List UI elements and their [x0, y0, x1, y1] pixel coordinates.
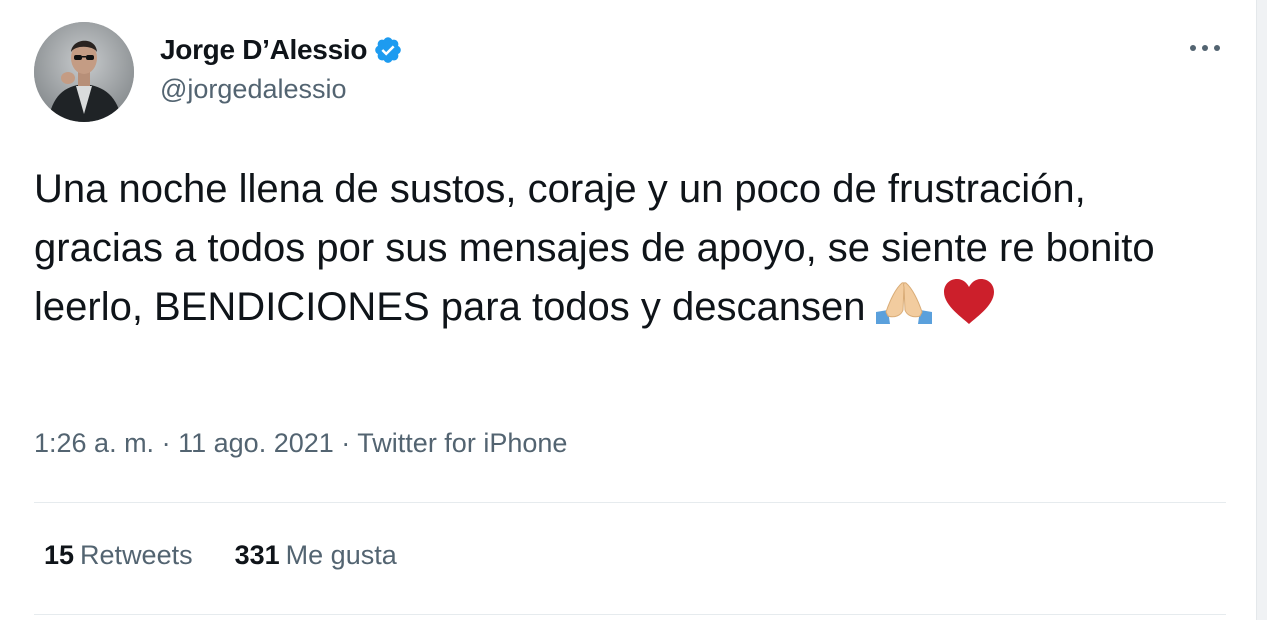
likes-count: 331: [234, 540, 280, 570]
tweet-time[interactable]: 1:26 a. m.: [34, 428, 154, 458]
avatar[interactable]: [34, 22, 134, 122]
retweets-count: 15: [44, 540, 75, 570]
author-name-row[interactable]: Jorge D’Alessio: [160, 32, 403, 68]
author-handle[interactable]: @jorgedalessio: [160, 74, 347, 105]
scrollbar-track[interactable]: [1256, 0, 1267, 620]
retweets-stat[interactable]: 15 Retweets: [44, 540, 193, 571]
tweet-date[interactable]: 11 ago. 2021: [178, 428, 334, 458]
folded-hands-emoji: [874, 280, 934, 343]
tweet-source[interactable]: Twitter for iPhone: [357, 428, 567, 458]
likes-stat[interactable]: 331 Me gusta: [235, 540, 397, 571]
divider: [34, 614, 1226, 615]
divider: [34, 502, 1226, 503]
meta-separator: ·: [341, 428, 351, 458]
verified-badge-icon: [373, 35, 403, 65]
more-options-button[interactable]: [1180, 28, 1230, 68]
meta-separator: ·: [161, 428, 171, 458]
engagement-stats: 15 Retweets 331 Me gusta: [44, 540, 397, 571]
tweet-text: Una noche llena de sustos, coraje y un p…: [34, 160, 1214, 343]
more-horizontal-icon: [1190, 45, 1220, 51]
red-heart-emoji: [942, 278, 996, 343]
tweet-card: Jorge D’Alessio @jorgedalessio Una noche…: [0, 0, 1267, 620]
tweet-metadata: 1:26 a. m. · 11 ago. 2021 · Twitter for …: [34, 428, 567, 459]
author-display-name[interactable]: Jorge D’Alessio: [160, 34, 367, 66]
retweets-label: Retweets: [80, 540, 193, 570]
likes-label: Me gusta: [285, 540, 397, 570]
